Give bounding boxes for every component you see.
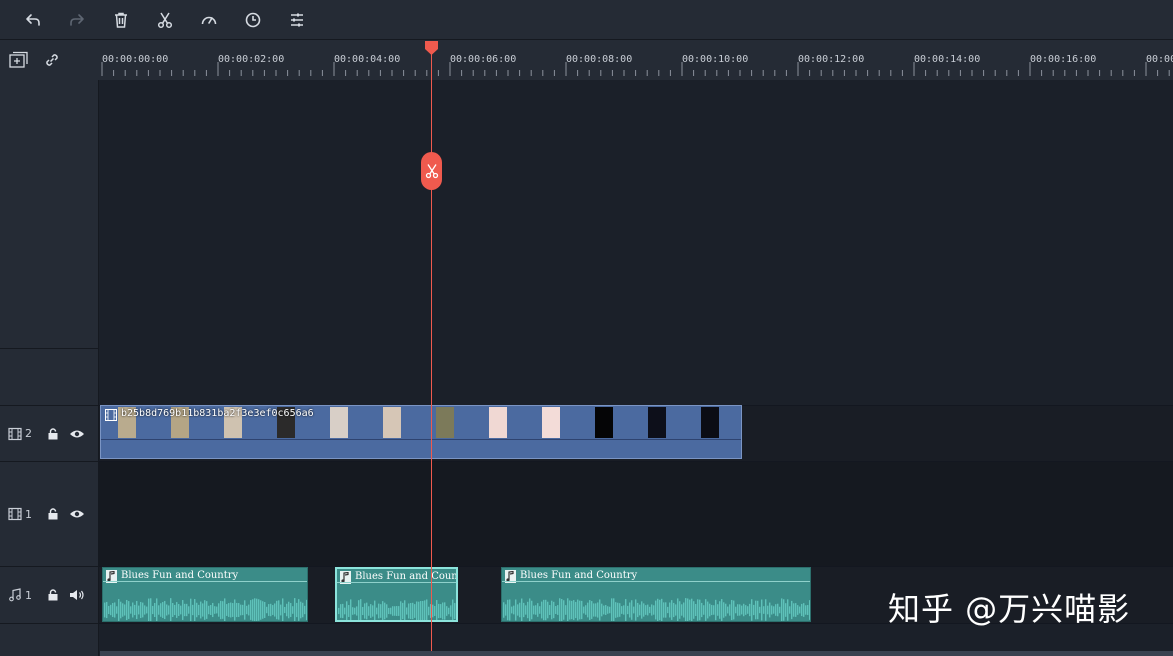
ruler-label: 00:00:00:00 xyxy=(102,54,169,65)
sliders-icon xyxy=(291,13,303,27)
clock-icon xyxy=(245,12,261,28)
delete-button[interactable] xyxy=(109,8,133,32)
audio-waveform xyxy=(503,598,810,621)
video-thumbnail xyxy=(436,407,454,438)
ruler-header xyxy=(0,40,99,80)
duration-button[interactable] xyxy=(241,8,265,32)
ruler-label: 00:00:18:00 xyxy=(1146,54,1173,65)
ruler-label: 00:00:04:00 xyxy=(334,54,401,65)
video-thumbnail xyxy=(595,407,613,438)
audio-clip-selected[interactable]: Blues Fun and Coun xyxy=(335,567,458,622)
ruler-label: 00:00:06:00 xyxy=(450,54,517,65)
track-header-video-1[interactable]: 1 xyxy=(0,461,99,566)
ruler-label: 00:00:12:00 xyxy=(798,54,865,65)
track-number: 1 xyxy=(25,588,32,602)
timeline-editor: 00:00:00:00 00:00:02:00 00:00:04:00 00:0… xyxy=(0,0,1173,656)
audio-waveform xyxy=(104,598,307,621)
track-header-bottom xyxy=(0,623,99,656)
video-clip-audio-strip xyxy=(101,439,741,458)
undo-icon xyxy=(26,14,40,26)
track-header-column: 2 1 1 xyxy=(0,80,99,656)
video-clip-title: b25b8d769b11b831ba2f3e3ef0c656a6 xyxy=(121,408,314,419)
trash-icon xyxy=(115,12,127,28)
video-thumbnail xyxy=(648,407,666,438)
speaker-icon[interactable] xyxy=(69,589,85,601)
link-button[interactable] xyxy=(43,51,61,69)
volume-line[interactable] xyxy=(103,581,307,582)
ruler-label: 00:00:02:00 xyxy=(218,54,285,65)
timeline-toolbar xyxy=(0,0,1173,40)
video-thumbnail xyxy=(383,407,401,438)
add-track-button[interactable] xyxy=(9,51,29,69)
eye-icon[interactable] xyxy=(69,428,85,440)
ruler-label: 00:00:08:00 xyxy=(566,54,633,65)
speed-button[interactable] xyxy=(197,8,221,32)
scissors-icon xyxy=(425,164,438,179)
lock-icon[interactable] xyxy=(47,589,59,601)
playhead-handle[interactable] xyxy=(424,40,439,56)
video-thumbnail xyxy=(489,407,507,438)
audio-waveform xyxy=(338,599,456,620)
lock-icon[interactable] xyxy=(47,508,59,520)
playhead-split-button[interactable] xyxy=(421,152,442,190)
video-track-1-lane[interactable] xyxy=(99,461,1173,566)
video-thumbnail xyxy=(701,407,719,438)
link-icon xyxy=(46,54,58,66)
video-thumbnail xyxy=(330,407,348,438)
audio-clip-title: Blues Fun and Country xyxy=(520,570,638,581)
audio-clip[interactable]: Blues Fun and Country xyxy=(102,567,308,622)
time-ruler[interactable]: 00:00:00:00 00:00:02:00 00:00:04:00 00:0… xyxy=(99,40,1173,80)
music-note-icon xyxy=(9,588,21,602)
ruler-label: 00:00:14:00 xyxy=(914,54,981,65)
track-header-empty xyxy=(0,348,99,405)
lock-icon[interactable] xyxy=(47,427,59,440)
split-button[interactable] xyxy=(153,8,177,32)
redo-button[interactable] xyxy=(65,8,89,32)
eye-icon[interactable] xyxy=(69,508,85,520)
audio-clip-title: Blues Fun and Country xyxy=(121,570,239,581)
undo-button[interactable] xyxy=(21,8,45,32)
empty-drop-area[interactable] xyxy=(99,80,1173,405)
audio-clip[interactable]: Blues Fun and Country xyxy=(501,567,811,622)
video-clip[interactable]: b25b8d769b11b831ba2f3e3ef0c656a6 xyxy=(100,405,742,459)
track-header-video-2[interactable]: 2 xyxy=(0,405,99,461)
film-icon xyxy=(105,409,117,421)
add-track-icon xyxy=(9,51,28,68)
video-thumbnail xyxy=(542,407,560,438)
watermark: 知乎 @万兴喵影 xyxy=(888,590,1131,628)
adjust-button[interactable] xyxy=(285,8,309,32)
volume-line[interactable] xyxy=(502,581,810,582)
volume-line[interactable] xyxy=(337,582,456,583)
track-number: 1 xyxy=(25,507,32,521)
ruler-label: 00:00:10:00 xyxy=(682,54,749,65)
film-icon xyxy=(8,427,22,440)
film-icon xyxy=(8,507,22,521)
scissors-icon xyxy=(157,12,173,29)
redo-icon xyxy=(70,14,84,26)
playhead-line[interactable] xyxy=(431,52,432,656)
speedometer-icon xyxy=(201,16,217,25)
audio-clip-title: Blues Fun and Coun xyxy=(355,571,458,582)
horizontal-scrollbar[interactable] xyxy=(100,651,1173,656)
ruler-label: 00:00:16:00 xyxy=(1030,54,1097,65)
track-header-audio-1[interactable]: 1 xyxy=(0,566,99,623)
track-number: 2 xyxy=(25,427,32,440)
